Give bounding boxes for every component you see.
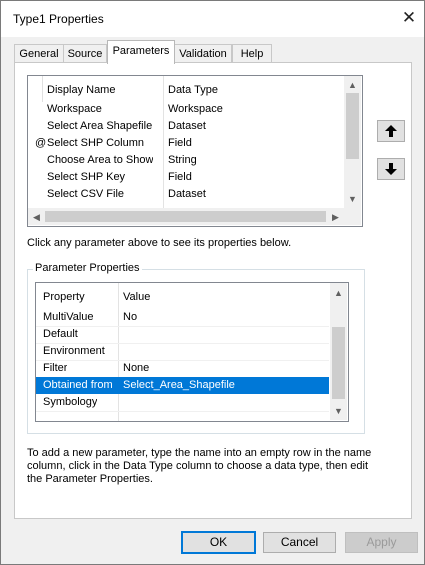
property-row-selected[interactable]: Obtained from Select_Area_Shapefile <box>36 377 329 394</box>
param-type: Dataset <box>168 120 206 132</box>
row-header-column <box>30 76 43 102</box>
grid-row[interactable]: @ Select SHP Column Field <box>28 135 344 152</box>
scroll-left-icon[interactable]: ◀ <box>28 210 45 224</box>
property-row[interactable]: Symbology <box>36 394 329 412</box>
property-name: Symbology <box>43 396 98 408</box>
scrollbar-thumb[interactable] <box>332 327 345 399</box>
property-value[interactable]: None <box>123 360 149 377</box>
param-name: Choose Area to Show <box>47 154 154 166</box>
move-down-button[interactable] <box>377 158 405 180</box>
property-name: Obtained from <box>43 379 113 391</box>
cancel-button[interactable]: Cancel <box>263 532 336 553</box>
param-name: Select Area Shapefile <box>47 120 153 132</box>
ok-button[interactable]: OK <box>181 531 256 554</box>
grid-row[interactable]: Select CSV File Dataset <box>28 186 344 203</box>
grid-row[interactable]: Select Area Shapefile Dataset <box>28 118 344 135</box>
param-name: Select CSV File <box>47 188 125 200</box>
column-header-property[interactable]: Property <box>43 291 85 303</box>
title-bar[interactable]: Type1 Properties ✕ <box>1 1 424 37</box>
horizontal-scrollbar[interactable]: ◀ ▶ <box>28 208 344 225</box>
horizontal-scrollbar-thumb[interactable] <box>45 211 326 222</box>
tab-general[interactable]: General <box>14 44 64 63</box>
column-header-data-type[interactable]: Data Type <box>168 84 218 96</box>
scrollbar-thumb[interactable] <box>346 93 359 159</box>
add-parameter-help-text: To add a new parameter, type the name in… <box>27 447 372 485</box>
scroll-up-icon[interactable]: ▲ <box>344 78 361 92</box>
scrollbar-corner <box>344 208 361 225</box>
param-name: Workspace <box>47 103 102 115</box>
thick-up-arrow-icon <box>385 125 397 137</box>
scroll-down-icon[interactable]: ▼ <box>330 404 347 418</box>
vertical-scrollbar[interactable]: ▲ ▼ <box>344 76 361 208</box>
column-header-value[interactable]: Value <box>123 291 150 303</box>
property-name: MultiValue <box>43 311 94 323</box>
column-header-display-name[interactable]: Display Name <box>47 84 115 96</box>
window-title: Type1 Properties <box>13 12 104 26</box>
param-type: Field <box>168 137 192 149</box>
parameter-properties-label: Parameter Properties <box>33 262 142 274</box>
param-type: Field <box>168 171 192 183</box>
param-name: Select SHP Key <box>47 171 126 183</box>
vertical-scrollbar[interactable]: ▲ ▼ <box>330 283 347 420</box>
scroll-up-icon[interactable]: ▲ <box>330 286 347 300</box>
property-row[interactable]: Environment <box>36 343 329 361</box>
parameters-grid[interactable]: Display Name Data Type Workspace Workspa… <box>27 75 363 227</box>
tab-parameters[interactable]: Parameters <box>107 40 175 64</box>
property-name: Default <box>43 328 78 340</box>
close-icon[interactable]: ✕ <box>399 8 419 28</box>
row-marker: @ <box>35 137 47 149</box>
tab-source[interactable]: Source <box>63 44 107 63</box>
grid-row[interactable]: Choose Area to Show String <box>28 152 344 169</box>
scroll-down-icon[interactable]: ▼ <box>344 192 361 206</box>
grid-row[interactable]: Workspace Workspace <box>28 101 344 118</box>
param-type: String <box>168 154 197 166</box>
property-value[interactable]: No <box>123 309 137 326</box>
property-value[interactable]: Select_Area_Shapefile <box>123 377 235 394</box>
scroll-right-icon[interactable]: ▶ <box>327 210 344 224</box>
property-row[interactable]: Filter None <box>36 360 329 378</box>
tab-help[interactable]: Help <box>232 44 272 63</box>
param-name: Select SHP Column <box>47 137 145 149</box>
property-name: Filter <box>43 362 68 374</box>
parameter-properties-grid[interactable]: Property Value MultiValue No Default Env… <box>35 282 349 422</box>
property-row[interactable]: Default <box>36 326 329 344</box>
property-name: Environment <box>43 345 105 357</box>
parameter-hint-text: Click any parameter above to see its pro… <box>27 237 292 249</box>
apply-button[interactable]: Apply <box>345 532 418 553</box>
move-up-button[interactable] <box>377 120 405 142</box>
tab-validation[interactable]: Validation <box>174 44 232 63</box>
properties-dialog: Type1 Properties ✕ General Source Parame… <box>0 0 425 565</box>
grid-row[interactable]: Select SHP Key Field <box>28 169 344 186</box>
property-row[interactable]: MultiValue No <box>36 309 329 327</box>
param-type: Dataset <box>168 188 206 200</box>
thick-down-arrow-icon <box>385 163 397 175</box>
param-type: Workspace <box>168 103 223 115</box>
tab-strip: General Source Parameters Validation Hel… <box>1 37 424 64</box>
